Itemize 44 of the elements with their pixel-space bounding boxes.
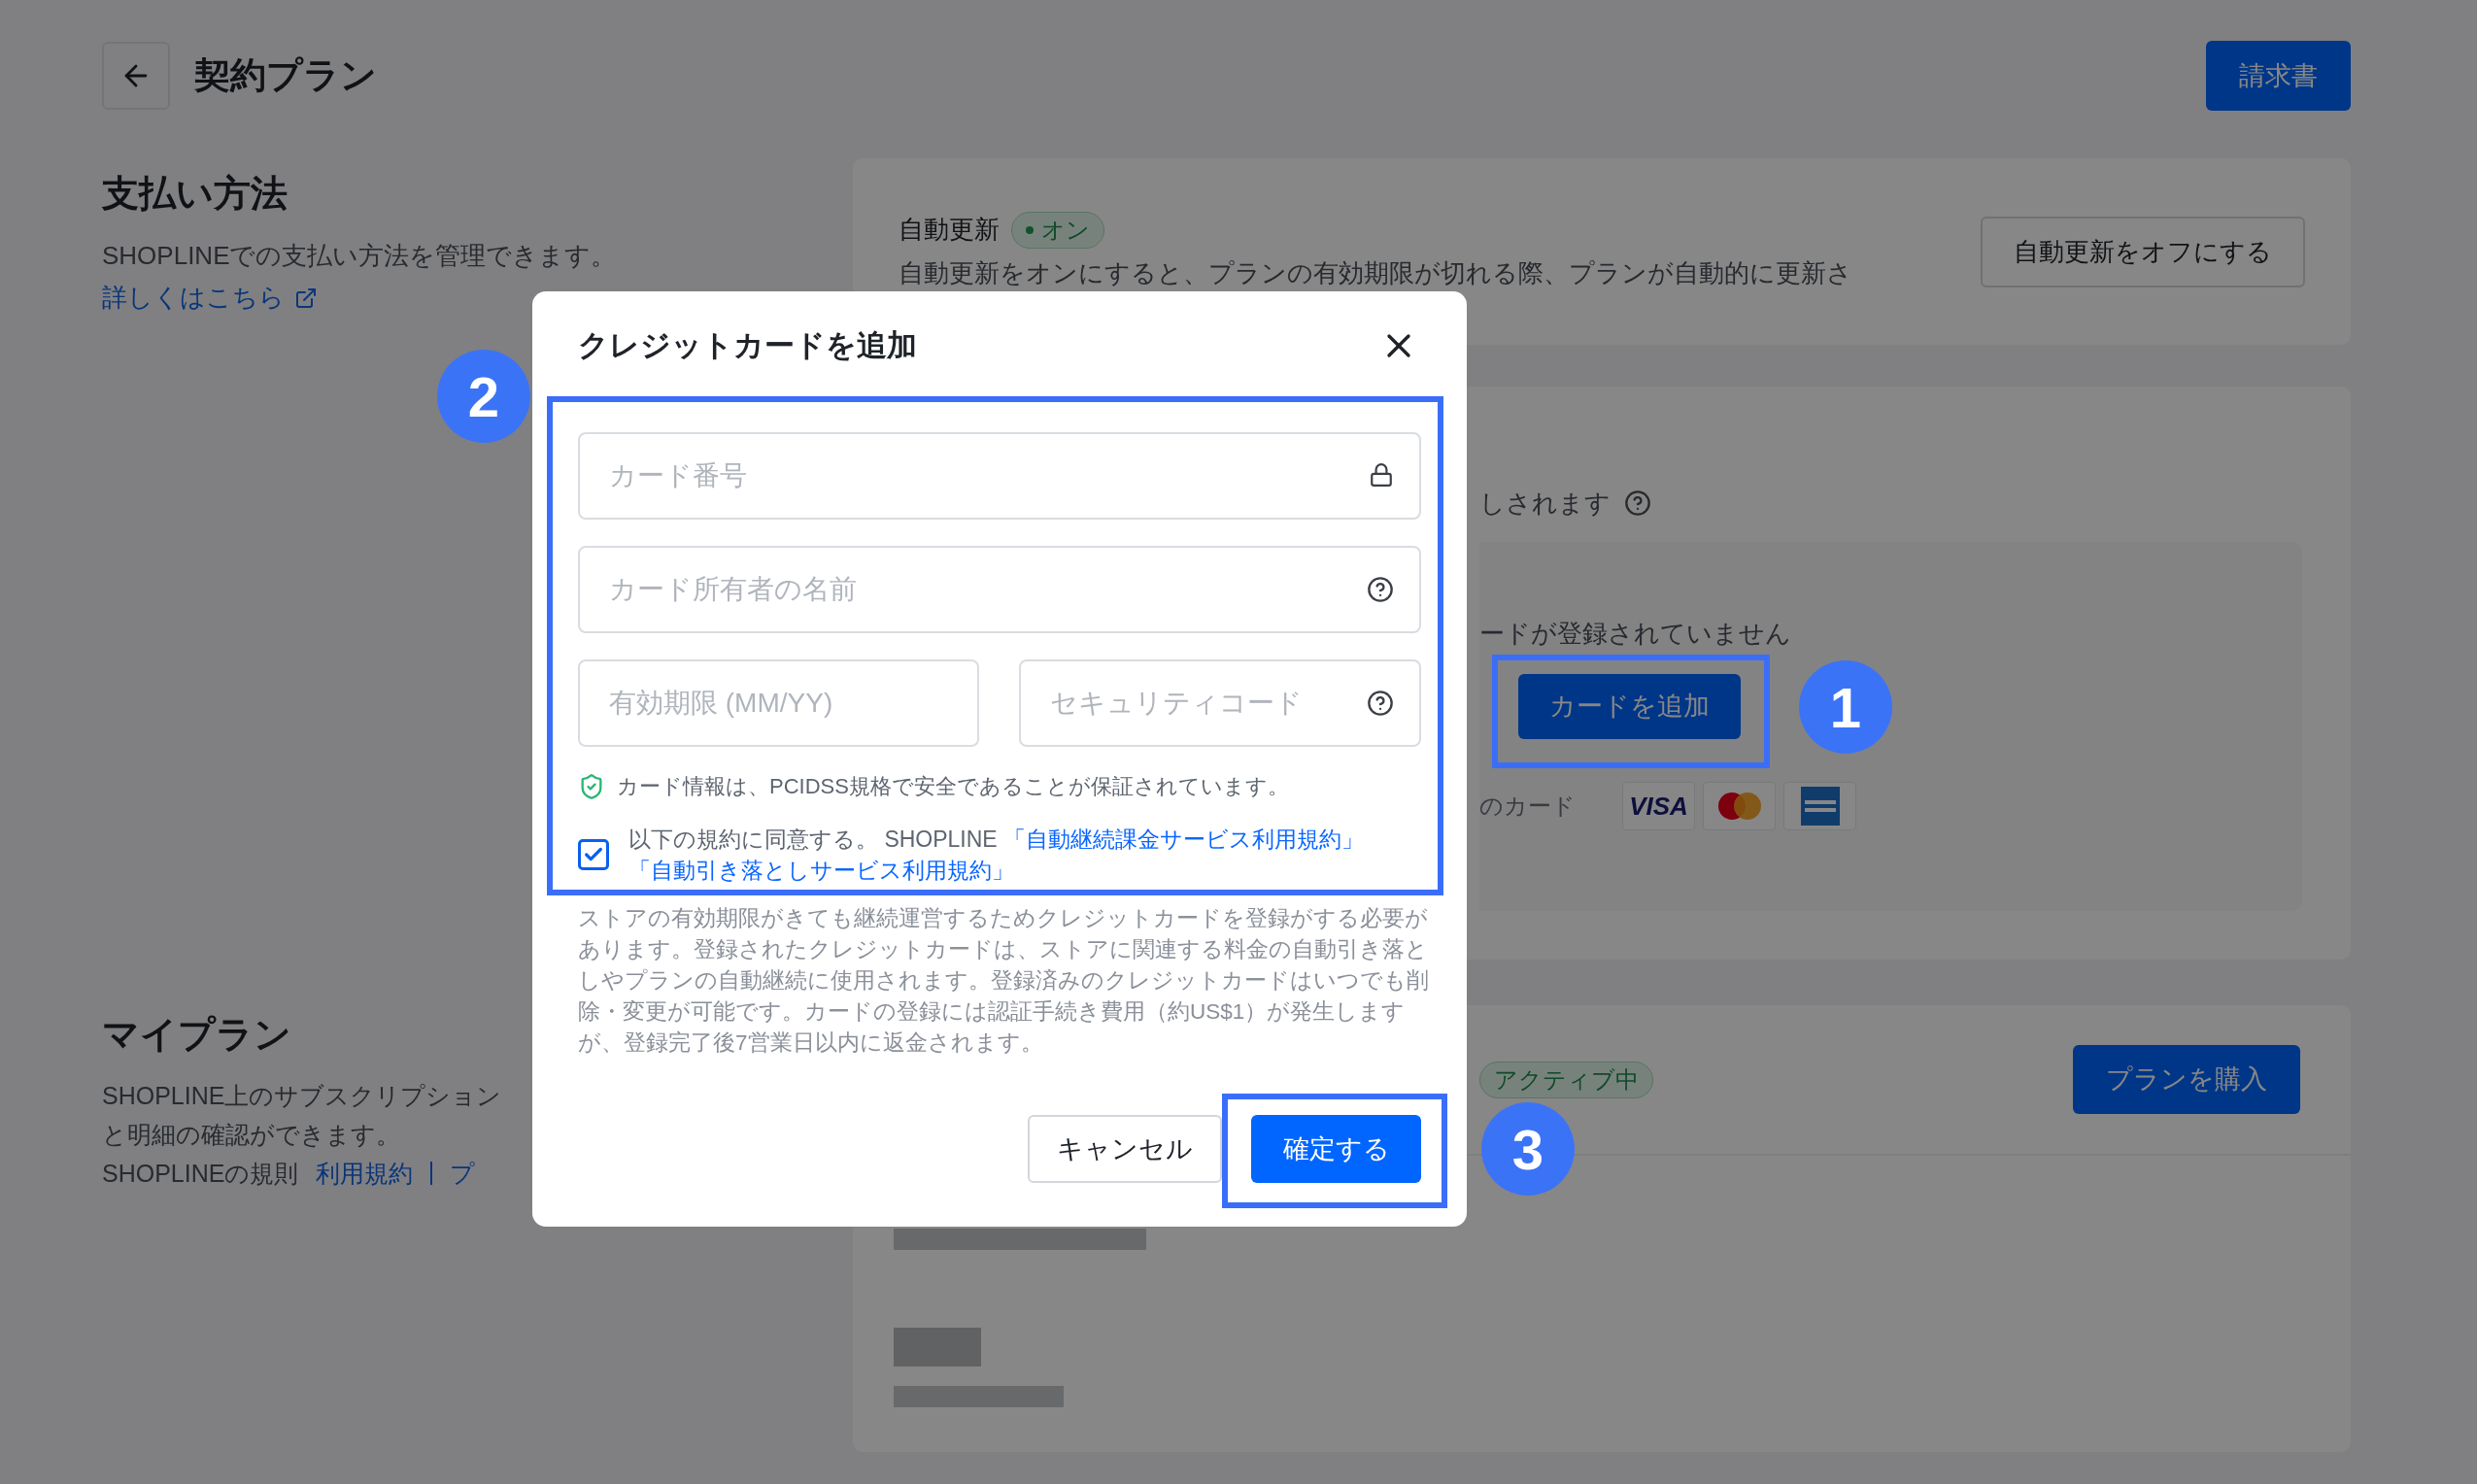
terms-link[interactable]: 「自動継続課金サービス利用規約」 xyxy=(1003,826,1365,852)
cancel-button[interactable]: キャンセル xyxy=(1028,1115,1222,1183)
billing-note: しされます xyxy=(1479,487,1611,520)
help-icon[interactable] xyxy=(1367,576,1394,603)
agreement-text: 以下の規約に同意する。 SHOPLINE 「自動継続課金サービス利用規約」 「自動引き落としサービス利用規約」 xyxy=(628,826,1366,885)
security-note: カード情報は、PCIDSS規格で安全であることが保証されています。 xyxy=(617,773,1289,800)
learn-more-link[interactable]: 詳しくはこちら xyxy=(102,279,318,317)
turn-off-auto-renew-button[interactable]: 自動更新をオフにする xyxy=(1981,216,2305,287)
section-heading: 支払い方法 xyxy=(102,172,288,216)
page-title: 契約プラン xyxy=(194,54,377,98)
dialog-title: クレジットカードを追加 xyxy=(578,326,917,364)
section-description: と明細の確認ができます。 xyxy=(102,1120,400,1150)
help-icon[interactable] xyxy=(1367,690,1394,717)
section-description: SHOPLINE上のサブスクリプション xyxy=(102,1081,502,1111)
card-brand-logo: VISA xyxy=(1629,790,1688,823)
terms-link[interactable]: 「自動引き落としサービス利用規約」 xyxy=(628,858,1014,883)
status-badge: オン xyxy=(1011,211,1104,249)
rules-link[interactable]: 利用規約 xyxy=(316,1154,414,1193)
status-badge: アクティブ中 xyxy=(1479,1061,1653,1098)
empty-card-message: ードが登録されていません xyxy=(1479,618,1792,650)
setting-description: 自動更新をオンにすると、プランの有効期限が切れる際、プランが自動的に更新さ xyxy=(899,257,1852,289)
notice-text: ストアの有効期限がきても継続運営するためクレジットカードを登録がする必要があります。登録されたクレジットカードは、ストアに関連する料金の自動引き落としやプランの自動継続に使用されます。登録済みのクレジットカードはいつでも削除・変更が可能です。カードの登録には認証手続き費用（約US$1）が発生しますが、登録完了後7営業日以内に返金されます。 xyxy=(577,905,1430,1057)
add-card-button[interactable]: カードを追加 xyxy=(1518,674,1741,739)
accepted-cards-label: のカード xyxy=(1479,792,1576,821)
step-number-badge: 1 xyxy=(1799,660,1892,754)
input-field[interactable]: セキュリティコード xyxy=(1019,659,1421,747)
back-button[interactable] xyxy=(102,42,170,110)
input-field[interactable]: カード番号 xyxy=(578,432,1421,520)
input-field[interactable]: 有効期限 (MM/YY) xyxy=(578,659,979,747)
lock-icon xyxy=(1369,462,1394,488)
agree-checkbox[interactable] xyxy=(578,839,609,870)
rules-label: SHOPLINEの規則 xyxy=(102,1159,299,1189)
card-brand-logo xyxy=(1800,787,1840,826)
input-field[interactable]: カード所有者の名前 xyxy=(578,546,1421,633)
section-description: SHOPLINEでの支払い方法を管理できます。 xyxy=(102,240,618,272)
rules-link[interactable]: プ xyxy=(450,1154,476,1193)
external-link-icon xyxy=(294,286,318,310)
confirm-button[interactable]: 確定する xyxy=(1251,1115,1421,1183)
step-number-badge: 2 xyxy=(437,350,530,443)
buy-plan-button[interactable]: プランを購入 xyxy=(2073,1045,2300,1114)
section-heading: マイプラン xyxy=(102,1013,291,1057)
setting-label: 自動更新 xyxy=(899,214,1000,246)
card-brand-logo xyxy=(1716,792,1762,821)
invoice-button[interactable]: 請求書 xyxy=(2206,41,2351,111)
